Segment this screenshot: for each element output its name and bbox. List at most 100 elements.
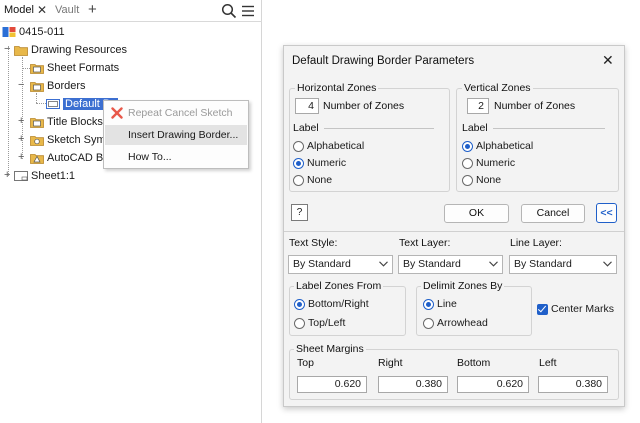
radio-label: Numeric bbox=[476, 157, 516, 169]
tree-line bbox=[36, 103, 46, 104]
horizontal-zones-count-input[interactable]: 4 bbox=[295, 98, 319, 114]
border-icon bbox=[46, 99, 60, 109]
vertical-none-radio[interactable]: None bbox=[462, 174, 501, 186]
horizontal-none-radio[interactable]: None bbox=[293, 174, 332, 186]
center-marks-checkbox[interactable]: Center Marks bbox=[537, 303, 614, 315]
radio-label: Numeric bbox=[307, 157, 347, 169]
tree-item-sheet-formats[interactable]: Sheet Formats bbox=[30, 59, 119, 77]
line-radio[interactable]: Line bbox=[423, 298, 457, 310]
radio-label: Line bbox=[437, 298, 457, 310]
margin-right-label: Right bbox=[378, 357, 403, 369]
separator bbox=[324, 128, 434, 129]
margin-top-input[interactable]: 0.620 bbox=[297, 376, 367, 393]
group-title: Horizontal Zones bbox=[295, 82, 379, 94]
line-layer-label: Line Layer: bbox=[510, 237, 562, 249]
browser-tab-bar: Model ✕ Vault + bbox=[0, 0, 262, 22]
model-browser: Model ✕ Vault + 0415-011 − Drawing Resou… bbox=[0, 0, 262, 423]
menu-icon[interactable] bbox=[241, 4, 255, 18]
top-left-radio[interactable]: Top/Left bbox=[294, 317, 345, 329]
tree-item-borders[interactable]: Borders bbox=[30, 77, 86, 95]
drawing-document-icon bbox=[2, 27, 16, 37]
vertical-numeric-radio[interactable]: Numeric bbox=[462, 157, 515, 169]
chevron-down-icon bbox=[489, 261, 498, 267]
radio-label: Alphabetical bbox=[307, 140, 365, 152]
chevron-down-icon bbox=[603, 261, 612, 267]
tree-item-sheet[interactable]: Sheet1:1 bbox=[14, 167, 75, 185]
margin-bottom-label: Bottom bbox=[457, 357, 491, 369]
radio-label: Bottom/Right bbox=[308, 298, 369, 310]
group-title: Vertical Zones bbox=[462, 82, 533, 94]
margin-top-label: Top bbox=[297, 357, 314, 369]
chevron-down-icon bbox=[379, 261, 388, 267]
label-heading: Label bbox=[462, 122, 488, 134]
margin-right-input[interactable]: 0.380 bbox=[378, 376, 448, 393]
menu-item-insert-drawing-border[interactable]: Insert Drawing Border... bbox=[105, 125, 247, 145]
radio-label: None bbox=[476, 174, 502, 186]
cancel-button[interactable]: Cancel bbox=[521, 204, 585, 223]
vertical-zones-count-input[interactable]: 2 bbox=[467, 98, 489, 114]
select-value: By Standard bbox=[514, 258, 572, 270]
select-value: By Standard bbox=[293, 258, 351, 270]
close-icon[interactable]: ✕ bbox=[37, 3, 47, 17]
group-title: Label Zones From bbox=[294, 280, 384, 292]
expand-icon[interactable]: + bbox=[18, 152, 24, 163]
number-of-zones-label: Number of Zones bbox=[494, 100, 576, 112]
autocad-blocks-folder-icon bbox=[30, 154, 44, 164]
text-style-select[interactable]: By Standard bbox=[288, 255, 393, 274]
menu-item-label: Repeat Cancel Sketch bbox=[128, 107, 233, 119]
add-tab-icon[interactable]: + bbox=[88, 1, 97, 18]
expand-icon[interactable]: + bbox=[18, 116, 24, 127]
number-of-zones-label: Number of Zones bbox=[323, 100, 405, 112]
horizontal-numeric-radio[interactable]: Numeric bbox=[293, 157, 346, 169]
tree-item-label: Sheet Formats bbox=[47, 62, 120, 74]
tree-item-label: Drawing Resources bbox=[31, 44, 127, 56]
ok-button[interactable]: OK bbox=[444, 204, 509, 223]
tree-item-drawing-resources[interactable]: Drawing Resources bbox=[14, 41, 127, 59]
tree-item-label: Sheet1:1 bbox=[31, 170, 76, 182]
sheet-icon bbox=[14, 171, 28, 181]
tree-line bbox=[8, 46, 9, 176]
line-layer-select[interactable]: By Standard bbox=[509, 255, 617, 274]
tab-model[interactable]: Model bbox=[4, 4, 34, 16]
expand-icon[interactable]: + bbox=[4, 170, 10, 181]
collapse-button[interactable]: << bbox=[596, 203, 617, 223]
expand-icon[interactable]: + bbox=[18, 134, 24, 145]
group-title: Delimit Zones By bbox=[421, 280, 505, 292]
checkbox-label: Center Marks bbox=[551, 303, 615, 315]
menu-item-how-to[interactable]: How To... bbox=[105, 147, 247, 167]
dialog-divider bbox=[284, 231, 624, 232]
search-icon[interactable] bbox=[221, 3, 237, 19]
text-layer-label: Text Layer: bbox=[399, 237, 451, 249]
collapse-icon[interactable]: − bbox=[18, 80, 24, 91]
radio-label: Top/Left bbox=[308, 317, 346, 329]
horizontal-alphabetical-radio[interactable]: Alphabetical bbox=[293, 140, 364, 152]
radio-label: Arrowhead bbox=[437, 317, 488, 329]
vertical-alphabetical-radio[interactable]: Alphabetical bbox=[462, 140, 533, 152]
margin-left-label: Left bbox=[539, 357, 557, 369]
tab-vault[interactable]: Vault bbox=[55, 4, 79, 16]
close-icon[interactable]: ✕ bbox=[602, 52, 614, 69]
text-layer-select[interactable]: By Standard bbox=[398, 255, 503, 274]
tree-item-label: Borders bbox=[47, 80, 86, 92]
separator bbox=[493, 128, 605, 129]
radio-label: None bbox=[307, 174, 333, 186]
tree-item-title-blocks[interactable]: Title Blocks bbox=[30, 113, 103, 131]
help-icon[interactable]: ? bbox=[291, 204, 308, 221]
group-title: Sheet Margins bbox=[294, 343, 366, 355]
menu-item-repeat-cancel-sketch[interactable]: Repeat Cancel Sketch bbox=[105, 103, 247, 123]
dialog-title: Default Drawing Border Parameters bbox=[292, 55, 475, 67]
select-value: By Standard bbox=[403, 258, 461, 270]
folder-icon bbox=[14, 46, 28, 56]
label-heading: Label bbox=[293, 122, 319, 134]
text-style-label: Text Style: bbox=[289, 237, 338, 249]
bottom-right-radio[interactable]: Bottom/Right bbox=[294, 298, 369, 310]
margin-bottom-input[interactable]: 0.620 bbox=[457, 376, 529, 393]
border-parameters-dialog: Default Drawing Border Parameters ✕ Hori… bbox=[283, 45, 625, 407]
sketch-symbols-folder-icon bbox=[30, 136, 44, 146]
collapse-icon[interactable]: − bbox=[4, 44, 10, 55]
arrowhead-radio[interactable]: Arrowhead bbox=[423, 317, 488, 329]
menu-item-label: How To... bbox=[128, 151, 172, 163]
margin-left-input[interactable]: 0.380 bbox=[538, 376, 608, 393]
tree-item-root[interactable]: 0415-011 bbox=[2, 23, 65, 41]
menu-item-label: Insert Drawing Border... bbox=[128, 129, 239, 141]
